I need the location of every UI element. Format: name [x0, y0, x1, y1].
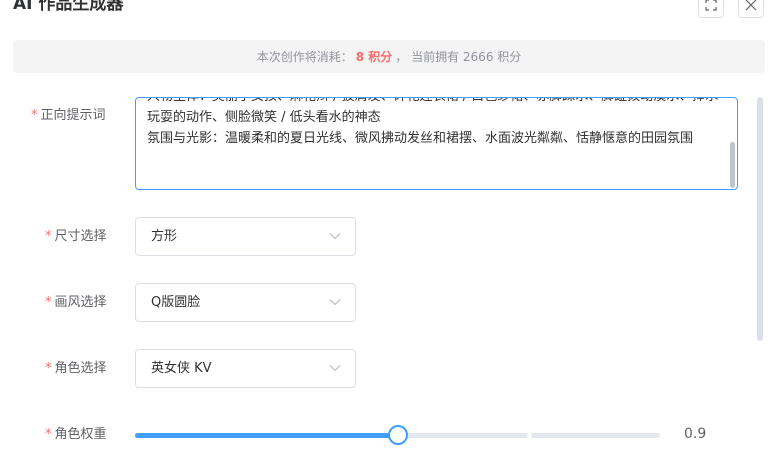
- size-label: * 尺寸选择: [45, 225, 107, 244]
- dialog-title: AI 作品生成器: [13, 0, 124, 14]
- weight-label-text: 角色权重: [54, 427, 107, 442]
- chevron-down-icon: [329, 365, 341, 372]
- prompt-label: * 正向提示词: [31, 104, 106, 123]
- cost-value: 8 积分: [355, 50, 393, 64]
- size-select-value: 方形: [151, 229, 178, 244]
- required-mark: *: [31, 108, 38, 123]
- fullscreen-icon: [705, 0, 717, 11]
- weight-value: 0.9: [684, 426, 707, 442]
- notice-suffix: ， 当前拥有 2666 积分: [395, 50, 522, 64]
- notice-prefix: 本次创作将消耗：: [256, 50, 353, 64]
- style-select[interactable]: Q版圆脸: [135, 283, 356, 322]
- chevron-down-icon: [329, 233, 341, 240]
- character-label: * 角色选择: [45, 357, 107, 376]
- style-label-text: 画风选择: [54, 295, 107, 310]
- weight-slider-fill: [135, 433, 398, 438]
- size-label-text: 尺寸选择: [54, 229, 107, 244]
- credit-notice: 本次创作将消耗： 8 积分 ， 当前拥有 2666 积分: [13, 40, 765, 73]
- required-mark: *: [45, 295, 52, 310]
- size-select[interactable]: 方形: [135, 217, 356, 256]
- prompt-textarea[interactable]: 人物主体：美丽小女孩、麻花辫 / 披肩发、碎花连衣裙 / 白色纱裙、赤脚踩水、脚…: [135, 97, 738, 190]
- style-select-value: Q版圆脸: [151, 295, 201, 310]
- prompt-label-text: 正向提示词: [40, 108, 106, 123]
- textarea-scrollbar[interactable]: [730, 142, 735, 188]
- close-icon: [745, 0, 757, 11]
- chevron-down-icon: [329, 299, 341, 306]
- required-mark: *: [45, 361, 52, 376]
- character-select[interactable]: 英女侠 KV: [135, 349, 356, 388]
- required-mark: *: [45, 427, 52, 442]
- fullscreen-button[interactable]: [698, 0, 724, 18]
- slider-stop: [527, 433, 532, 438]
- weight-slider-thumb[interactable]: [388, 425, 408, 445]
- dialog-scrollbar[interactable]: [757, 97, 763, 341]
- close-button[interactable]: [738, 0, 764, 18]
- prompt-text: 人物主体：美丽小女孩、麻花辫 / 披肩发、碎花连衣裙 / 白色纱裙、赤脚踩水、脚…: [147, 98, 718, 146]
- character-select-value: 英女侠 KV: [151, 361, 212, 376]
- style-label: * 画风选择: [45, 291, 107, 310]
- character-label-text: 角色选择: [54, 361, 107, 376]
- required-mark: *: [45, 229, 52, 244]
- weight-label: * 角色权重: [45, 423, 107, 442]
